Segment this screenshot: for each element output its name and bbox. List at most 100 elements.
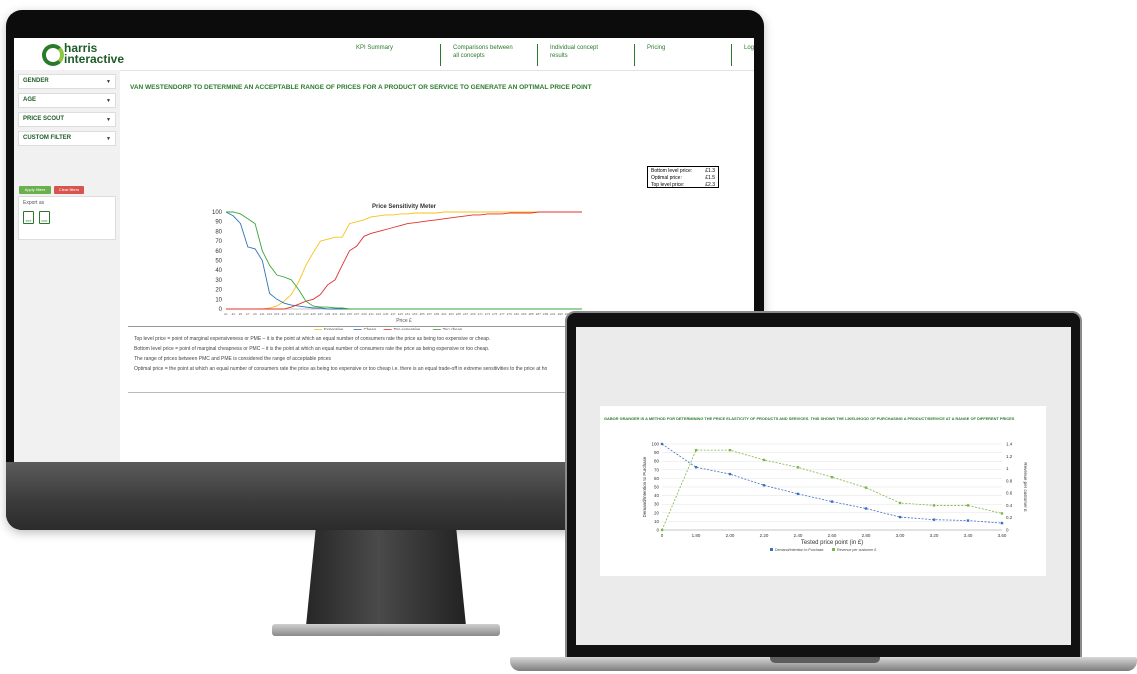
nav-pricing[interactable]: Pricing	[635, 44, 732, 66]
y-tick-label: 50	[215, 259, 222, 265]
x-tick-label: £45	[383, 312, 388, 316]
x-tick-label: £83	[521, 312, 526, 316]
y2-tick-label: 0.2	[1006, 515, 1013, 520]
demand-series-line	[661, 443, 1003, 524]
price-label: Bottom level price:	[651, 168, 693, 174]
x-tick-label: £81	[514, 312, 519, 316]
y-tick-label: 90	[215, 220, 222, 226]
x-tick-label: £65	[456, 312, 461, 316]
y-tick-label: 40	[654, 493, 660, 498]
x-tick-label: £61	[441, 312, 446, 316]
legend-label: Expensive	[324, 327, 344, 330]
x-tick-label: £77	[500, 312, 505, 316]
revenue-point	[796, 466, 800, 469]
price-value: £1.3	[705, 168, 715, 174]
x-tick-label: £53	[412, 312, 417, 316]
gender-filter-select[interactable]: GENDER ▼	[18, 74, 116, 89]
revenue-point	[660, 528, 664, 532]
page-title: VAN WESTENDORP TO DETERMINE AN ACCEPTABL…	[130, 84, 592, 91]
nav-comparisons[interactable]: Comparisons between all concepts	[441, 44, 538, 66]
clear-filters-button[interactable]: Clear filters	[54, 186, 84, 194]
y-tick-label: 10	[654, 519, 660, 524]
apply-filters-button[interactable]: Apply filters	[19, 186, 51, 194]
ppt-file-icon[interactable]: PPT	[23, 211, 34, 224]
demand-point	[660, 442, 664, 446]
x-tick-label: 3.00	[896, 533, 905, 538]
custom-filter-select[interactable]: CUSTOM FILTER ▼	[18, 131, 116, 146]
y-tick-label: 30	[654, 502, 660, 507]
y-tick-label: 40	[215, 268, 222, 274]
x-tick-label: £9	[253, 312, 257, 316]
x-tick-label: 3.40	[964, 533, 973, 538]
x-tick-label: £5	[239, 312, 243, 316]
y-tick-label: 70	[654, 467, 660, 472]
y-tick-label: 70	[215, 239, 222, 245]
pdf-file-icon[interactable]: PDF	[39, 211, 50, 224]
y-tick-label: 80	[215, 229, 222, 235]
x-tick-label: £1	[224, 312, 228, 316]
y2-tick-label: 0.8	[1006, 478, 1013, 483]
filter-label: PRICE SCOUT	[23, 116, 65, 122]
revenue-point	[694, 448, 698, 452]
x-tick-label: £55	[420, 312, 425, 316]
x-tick-label: £73	[485, 312, 490, 316]
legend-label: Demand/Intention to Purchase	[775, 548, 824, 552]
x-tick-label: 2.20	[760, 533, 769, 538]
y-tick-label: 60	[654, 476, 660, 481]
monitor-stand-neck	[306, 530, 466, 626]
demand-point	[796, 492, 800, 496]
nav-logout[interactable]: Logout	[732, 44, 754, 66]
legend-label: Cheap	[364, 327, 377, 330]
y-tick-label: 50	[654, 485, 660, 490]
chevron-down-icon: ▼	[106, 79, 111, 85]
y2-tick-label: 1.2	[1006, 454, 1013, 459]
x-tick-label: £35	[347, 312, 352, 316]
nav-individual-concept[interactable]: Individual concept results	[538, 44, 635, 66]
y-tick-label: 60	[215, 249, 222, 255]
y2-tick-label: 1.4	[1006, 442, 1013, 447]
y-tick-label: 10	[215, 297, 222, 303]
gabor-granger-title: GABOR GRANGER IS A METHOD FOR DETERMININ…	[604, 416, 1015, 421]
filter-label: AGE	[23, 97, 37, 103]
app-header: harris interactive KPI Summary Compariso…	[14, 38, 754, 71]
y-tick-label: 100	[212, 210, 223, 216]
price-label: Top level price:	[651, 182, 685, 188]
filter-sidebar: GENDER ▼ AGE ▼ PRICE SCOUT ▼ CUSTOM FILT…	[14, 70, 120, 474]
legend-label: Revenue per customer £	[837, 548, 876, 552]
price-value: £1.5	[705, 175, 715, 181]
demand-point	[864, 507, 868, 510]
y-tick-label: 90	[654, 450, 660, 455]
x-tick-label: 0	[661, 533, 664, 538]
y-tick-label: 20	[215, 288, 222, 294]
legend-label: Too cheap	[443, 327, 463, 330]
gabor-granger-chart: 0 10 20 30 40 50 60 70 80 90 100 0 0.2 0.4 0.6 0.8 1 1.2 1…	[642, 442, 1028, 553]
x-tick-label: £49	[398, 312, 403, 316]
harris-interactive-logo[interactable]: harris interactive	[42, 42, 138, 67]
age-filter-select[interactable]: AGE ▼	[18, 93, 116, 108]
y-tick-label: 80	[654, 459, 660, 464]
x-axis-title: Tested price point (in £)	[801, 540, 863, 546]
series-line-cheap	[225, 211, 582, 310]
x-tick-label: 2.00	[726, 533, 735, 538]
section-divider	[128, 392, 588, 393]
x-tick-label: 3.60	[998, 533, 1007, 538]
x-tick-label: £3	[232, 312, 236, 316]
x-tick-label: £33	[340, 312, 345, 316]
monitor-stand-foot	[272, 624, 500, 636]
x-tick-label: £71	[478, 312, 483, 316]
gabor-granger-panel: GABOR GRANGER IS A METHOD FOR DETERMININ…	[600, 406, 1046, 576]
x-tick-label: £25	[311, 312, 316, 316]
price-value: £2.3	[705, 182, 715, 188]
x-tick-label: £51	[405, 312, 410, 316]
x-tick-label: 3.20	[930, 533, 939, 538]
nav-label: Individual concept	[550, 45, 599, 51]
filter-label: GENDER	[23, 78, 49, 84]
price-scout-filter-select[interactable]: PRICE SCOUT ▼	[18, 112, 116, 127]
series-line-too-cheap	[226, 211, 582, 310]
nav-kpi-summary[interactable]: KPI Summary	[344, 44, 441, 66]
logo-line-2: interactive	[64, 52, 125, 66]
x-tick-label: £31	[332, 312, 337, 316]
filter-label: CUSTOM FILTER	[23, 135, 72, 141]
x-axis-title: Price £	[396, 318, 412, 324]
demand-point	[1000, 521, 1004, 525]
